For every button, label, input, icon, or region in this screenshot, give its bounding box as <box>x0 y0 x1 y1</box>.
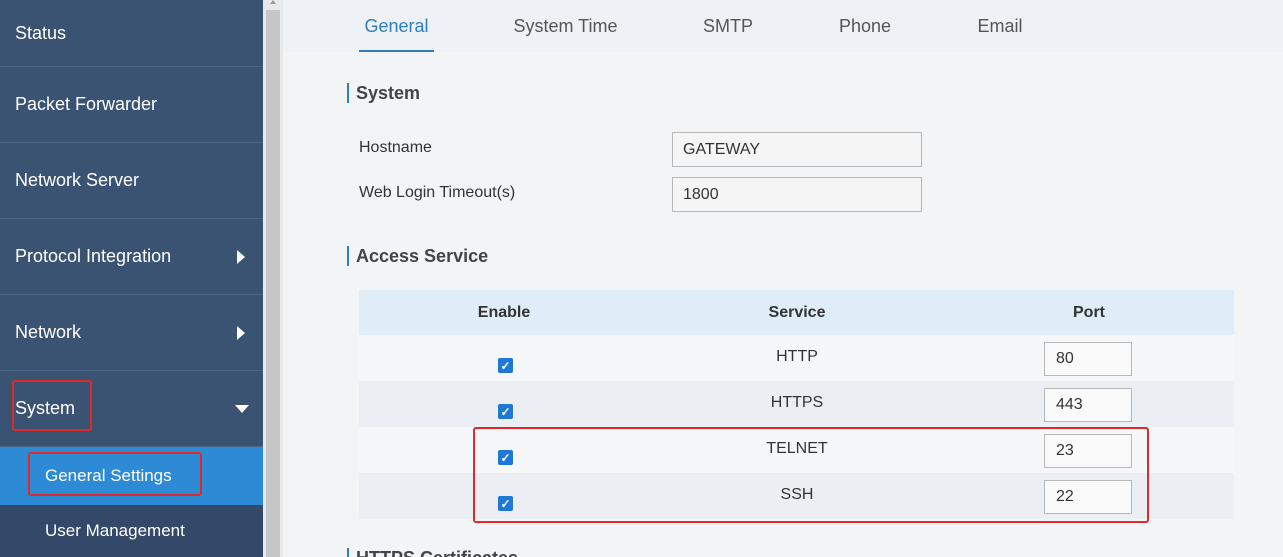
chevron-down-icon <box>235 404 249 413</box>
sidebar-item-status[interactable]: Status <box>0 0 263 67</box>
chevron-right-icon <box>237 325 245 340</box>
port-input-http[interactable] <box>1044 342 1132 376</box>
highlight-box-system <box>12 380 92 431</box>
sidebar-item-packet-forwarder[interactable]: Packet Forwarder <box>0 67 263 143</box>
sidebar-item-label: Network Server <box>15 170 140 190</box>
tab-label: Email <box>977 15 1023 36</box>
scroll-up-icon[interactable] <box>270 0 276 4</box>
table-header: Enable Service Port <box>359 290 1234 335</box>
column-header-service: Service <box>768 303 826 321</box>
enable-checkbox-https[interactable]: ✓ <box>498 404 513 419</box>
tab-label: SMTP <box>702 15 753 36</box>
sidebar-item-label: Status <box>15 22 67 43</box>
check-icon: ✓ <box>500 404 511 419</box>
sidebar-item-label: Network <box>15 322 82 342</box>
tab-email[interactable]: Email <box>969 0 1031 52</box>
tab-phone[interactable]: Phone <box>831 0 899 52</box>
sidebar-item-protocol-integration[interactable]: Protocol Integration <box>0 219 263 295</box>
tab-label: General <box>364 15 429 36</box>
web-login-timeout-input[interactable] <box>672 177 922 212</box>
chevron-right-icon <box>237 249 245 264</box>
section-title-system: System <box>347 83 420 103</box>
port-input-https[interactable] <box>1044 388 1132 422</box>
enable-checkbox-http[interactable]: ✓ <box>498 358 513 373</box>
section-title-https-certificates: HTTPS Certificates <box>347 548 518 557</box>
sidebar-item-network-server[interactable]: Network Server <box>0 143 263 219</box>
service-name: HTTP <box>776 348 818 365</box>
table-row: ✓ HTTP <box>359 335 1234 381</box>
table-row: ✓ HTTPS <box>359 381 1234 427</box>
section-title-access-service: Access Service <box>347 246 488 266</box>
sidebar-item-label: Packet Forwarder <box>15 94 158 114</box>
column-header-port: Port <box>1073 303 1105 321</box>
hostname-label: Hostname <box>359 139 432 156</box>
tab-label: Phone <box>838 15 892 36</box>
web-login-timeout-label: Web Login Timeout(s) <box>359 184 516 201</box>
check-icon: ✓ <box>500 358 511 373</box>
tab-general[interactable]: General <box>359 0 434 52</box>
tab-label: System Time <box>513 15 618 36</box>
scrollbar-thumb[interactable] <box>266 10 280 557</box>
hostname-input[interactable] <box>672 132 922 167</box>
tab-bar: General System Time SMTP Phone Email <box>283 0 1283 52</box>
tab-system-time[interactable]: System Time <box>508 0 623 52</box>
tab-smtp[interactable]: SMTP <box>693 0 763 52</box>
highlight-box-general-settings <box>28 452 202 496</box>
sidebar-subitem-user-management[interactable]: User Management <box>0 505 263 557</box>
service-name: HTTPS <box>770 394 824 411</box>
sidebar-subitem-label: User Management <box>45 521 185 540</box>
sidebar-item-network[interactable]: Network <box>0 295 263 371</box>
column-header-enable: Enable <box>477 303 531 321</box>
scrollbar[interactable] <box>263 0 283 557</box>
highlight-box-telnet-ssh <box>473 427 1149 523</box>
sidebar-item-label: Protocol Integration <box>15 246 172 266</box>
